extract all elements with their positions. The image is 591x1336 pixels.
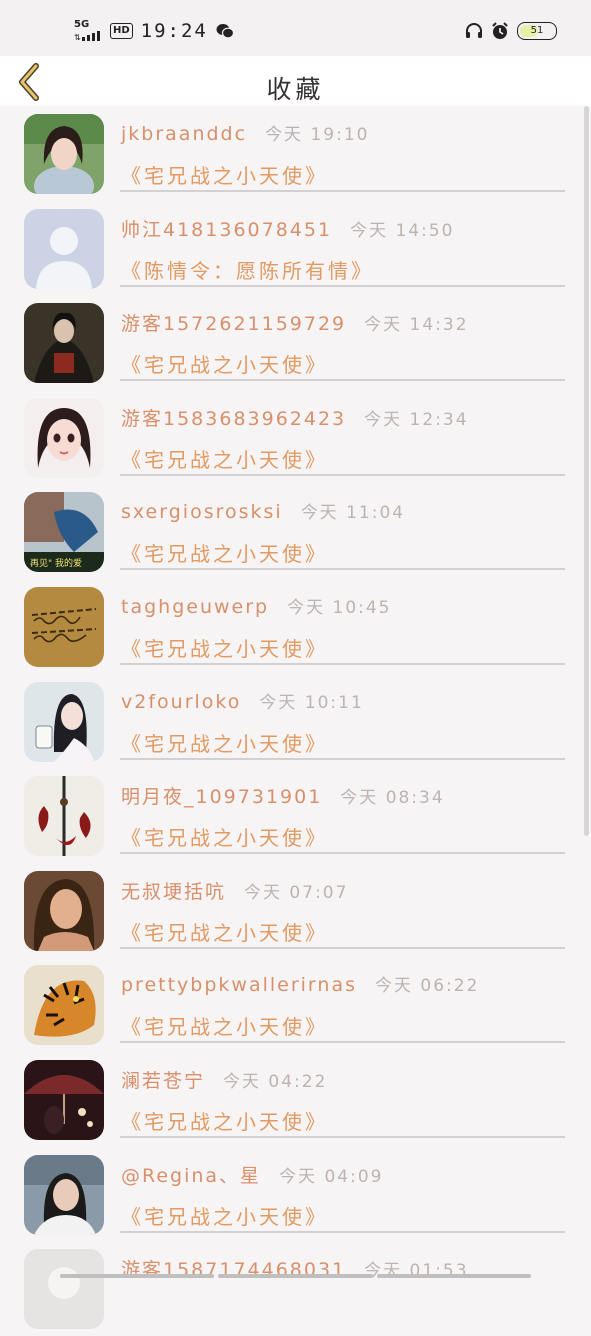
- username: sxergiosrosksi 今天 11:04: [121, 501, 406, 524]
- list-item[interactable]: 游客1583683962423 今天 12:34 《宅兄战之小天使》: [0, 390, 591, 485]
- selfie-avatar[interactable]: [24, 1154, 104, 1235]
- timestamp: 今天 04:09: [279, 1166, 384, 1187]
- divider: [120, 190, 565, 192]
- handwriting-avatar[interactable]: [24, 586, 104, 667]
- novel-title-link[interactable]: 《宅兄战之小天使》: [121, 444, 328, 473]
- username: @Regina、星 今天 04:09: [121, 1164, 384, 1187]
- doll-avatar[interactable]: [24, 397, 104, 478]
- favorites-list: jkbraanddc 今天 19:10 《宅兄战之小天使》 帅江418136078…: [0, 106, 591, 1336]
- novel-title-link[interactable]: 《宅兄战之小天使》: [121, 633, 328, 662]
- username: 游客1572621159729 今天 14:32: [121, 313, 469, 336]
- list-item[interactable]: 澜若苍宁 今天 04:22 《宅兄战之小天使》: [0, 1052, 591, 1147]
- novel-title-link[interactable]: 《宅兄战之小天使》: [121, 538, 328, 567]
- woman-portrait-avatar[interactable]: [24, 870, 104, 951]
- username: 无叔埂括吭 今天 07:07: [121, 880, 349, 903]
- divider: [120, 379, 565, 382]
- page-title: 收藏: [266, 75, 325, 104]
- headphones-icon: [466, 23, 482, 38]
- white-avatar[interactable]: [24, 1249, 104, 1330]
- list-item[interactable]: jkbraanddc 今天 19:10 《宅兄战之小天使》: [0, 106, 591, 201]
- timestamp: 今天 19:10: [265, 125, 370, 145]
- list-item[interactable]: 帅江4181360784​51 今天 14:50 《陈情令：愿陈所有情》: [0, 201, 591, 296]
- novel-title-link[interactable]: 《宅兄战之小天使》: [121, 917, 328, 946]
- timestamp: 今天 04:22: [223, 1071, 328, 1092]
- divider: [120, 473, 565, 476]
- username: 澜若苍宁 今天 04:22: [121, 1069, 328, 1092]
- bottom-scroll-indicator: [60, 1274, 531, 1278]
- list-item[interactable]: 再见" 我的爱 sxergiosrosksi 今天 11:04 《宅兄战之小天使》: [0, 484, 591, 579]
- timestamp: 今天 14:32: [364, 315, 469, 336]
- timestamp: 今天 10:45: [287, 597, 392, 618]
- svg-text:再见" 我的爱: 再见" 我的爱: [30, 557, 82, 569]
- list-item[interactable]: taghgeuwerp 今天 10:45 《宅兄战之小天使》: [0, 579, 591, 674]
- timestamp: 今天 06:22: [375, 976, 480, 997]
- timestamp: 今天 08:34: [340, 788, 445, 809]
- girl-portrait-avatar[interactable]: [24, 114, 104, 194]
- novel-title-link[interactable]: 《宅兄战之小天使》: [121, 728, 328, 757]
- username: prettybpkwallerirnas 今天 06:22: [121, 974, 480, 997]
- title-bar: 收藏: [0, 56, 591, 106]
- timestamp: 今天 12:34: [364, 409, 469, 430]
- timestamp: 今天 11:04: [300, 503, 406, 524]
- list-item[interactable]: @Regina、星 今天 04:09 《宅兄战之小天使》: [0, 1147, 591, 1242]
- username: 帅江4181360784​51 今天 14:50: [121, 218, 455, 241]
- divider: [120, 946, 565, 949]
- novel-title-link[interactable]: 《宅兄战之小天使》: [121, 1106, 328, 1135]
- status-bar: 5G ⇅ HD 19:24 51: [0, 0, 591, 56]
- username: taghgeuwerp 今天 10:45: [121, 595, 392, 618]
- 再见我的爱-avatar[interactable]: 再见" 我的爱: [24, 492, 104, 573]
- timestamp: 今天 07:07: [244, 882, 349, 903]
- list-item[interactable]: 明月夜_109731901 今天 08:34 《宅兄战之小天使》: [0, 768, 591, 863]
- list-item[interactable]: prettybpkwallerirnas 今天 06:22 《宅兄战之小天使》: [0, 957, 591, 1052]
- clock: 19:24: [140, 20, 208, 42]
- novel-title-link[interactable]: 《宅兄战之小天使》: [121, 349, 328, 378]
- novel-title-link[interactable]: 《宅兄战之小天使》: [121, 160, 328, 189]
- novel-title-link[interactable]: 《陈情令：愿陈所有情》: [121, 255, 374, 284]
- novel-title-link[interactable]: 《宅兄战之小天使》: [121, 1201, 328, 1230]
- list-item[interactable]: 游客1572621159729 今天 14:32 《宅兄战之小天使》: [0, 295, 591, 390]
- scrollbar[interactable]: [584, 106, 589, 836]
- wechat-icon: [216, 24, 234, 39]
- divider: [120, 1135, 565, 1138]
- divider: [120, 757, 565, 760]
- alarm-icon: [492, 22, 508, 39]
- divider: [120, 662, 565, 665]
- username: 游客1587174468031 今天 01:53: [121, 1259, 469, 1282]
- timestamp: 今天 10:11: [259, 692, 364, 713]
- novel-title-link[interactable]: 《宅兄战之小天使》: [121, 1011, 328, 1040]
- battery-icon: 51: [517, 22, 557, 40]
- hd-badge: HD: [110, 23, 133, 39]
- default-avatar[interactable]: [24, 208, 104, 289]
- sword-avatar[interactable]: [24, 776, 104, 857]
- novel-title-link[interactable]: 《宅兄战之小天使》: [121, 822, 328, 851]
- umbrella-avatar[interactable]: [24, 1059, 104, 1140]
- list-item[interactable]: 无叔埂括吭 今天 07:07 《宅兄战之小天使》: [0, 863, 591, 958]
- divider: [120, 1041, 565, 1044]
- username: jkbraanddc 今天 19:10: [121, 123, 370, 145]
- list-item[interactable]: 游客1587174468031 今天 01:53: [0, 1241, 591, 1336]
- ancient-costume-avatar[interactable]: [24, 303, 104, 384]
- signal-icon: 5G ⇅: [74, 19, 102, 42]
- divider: [120, 284, 565, 287]
- divider: [120, 1230, 565, 1233]
- timestamp: 今天 14:50: [350, 220, 455, 241]
- list-item[interactable]: v2fourloko 今天 10:11 《宅兄战之小天使》: [0, 674, 591, 769]
- username: 游客1583683962423 今天 12:34: [121, 407, 469, 430]
- username: v2fourloko 今天 10:11: [121, 690, 364, 713]
- divider: [120, 852, 565, 855]
- girl-lantern-avatar[interactable]: [24, 681, 104, 762]
- timestamp: 今天 01:53: [364, 1261, 469, 1282]
- divider: [120, 568, 565, 571]
- username: 明月夜_109731901 今天 08:34: [121, 786, 445, 809]
- tiger-avatar[interactable]: [24, 965, 104, 1046]
